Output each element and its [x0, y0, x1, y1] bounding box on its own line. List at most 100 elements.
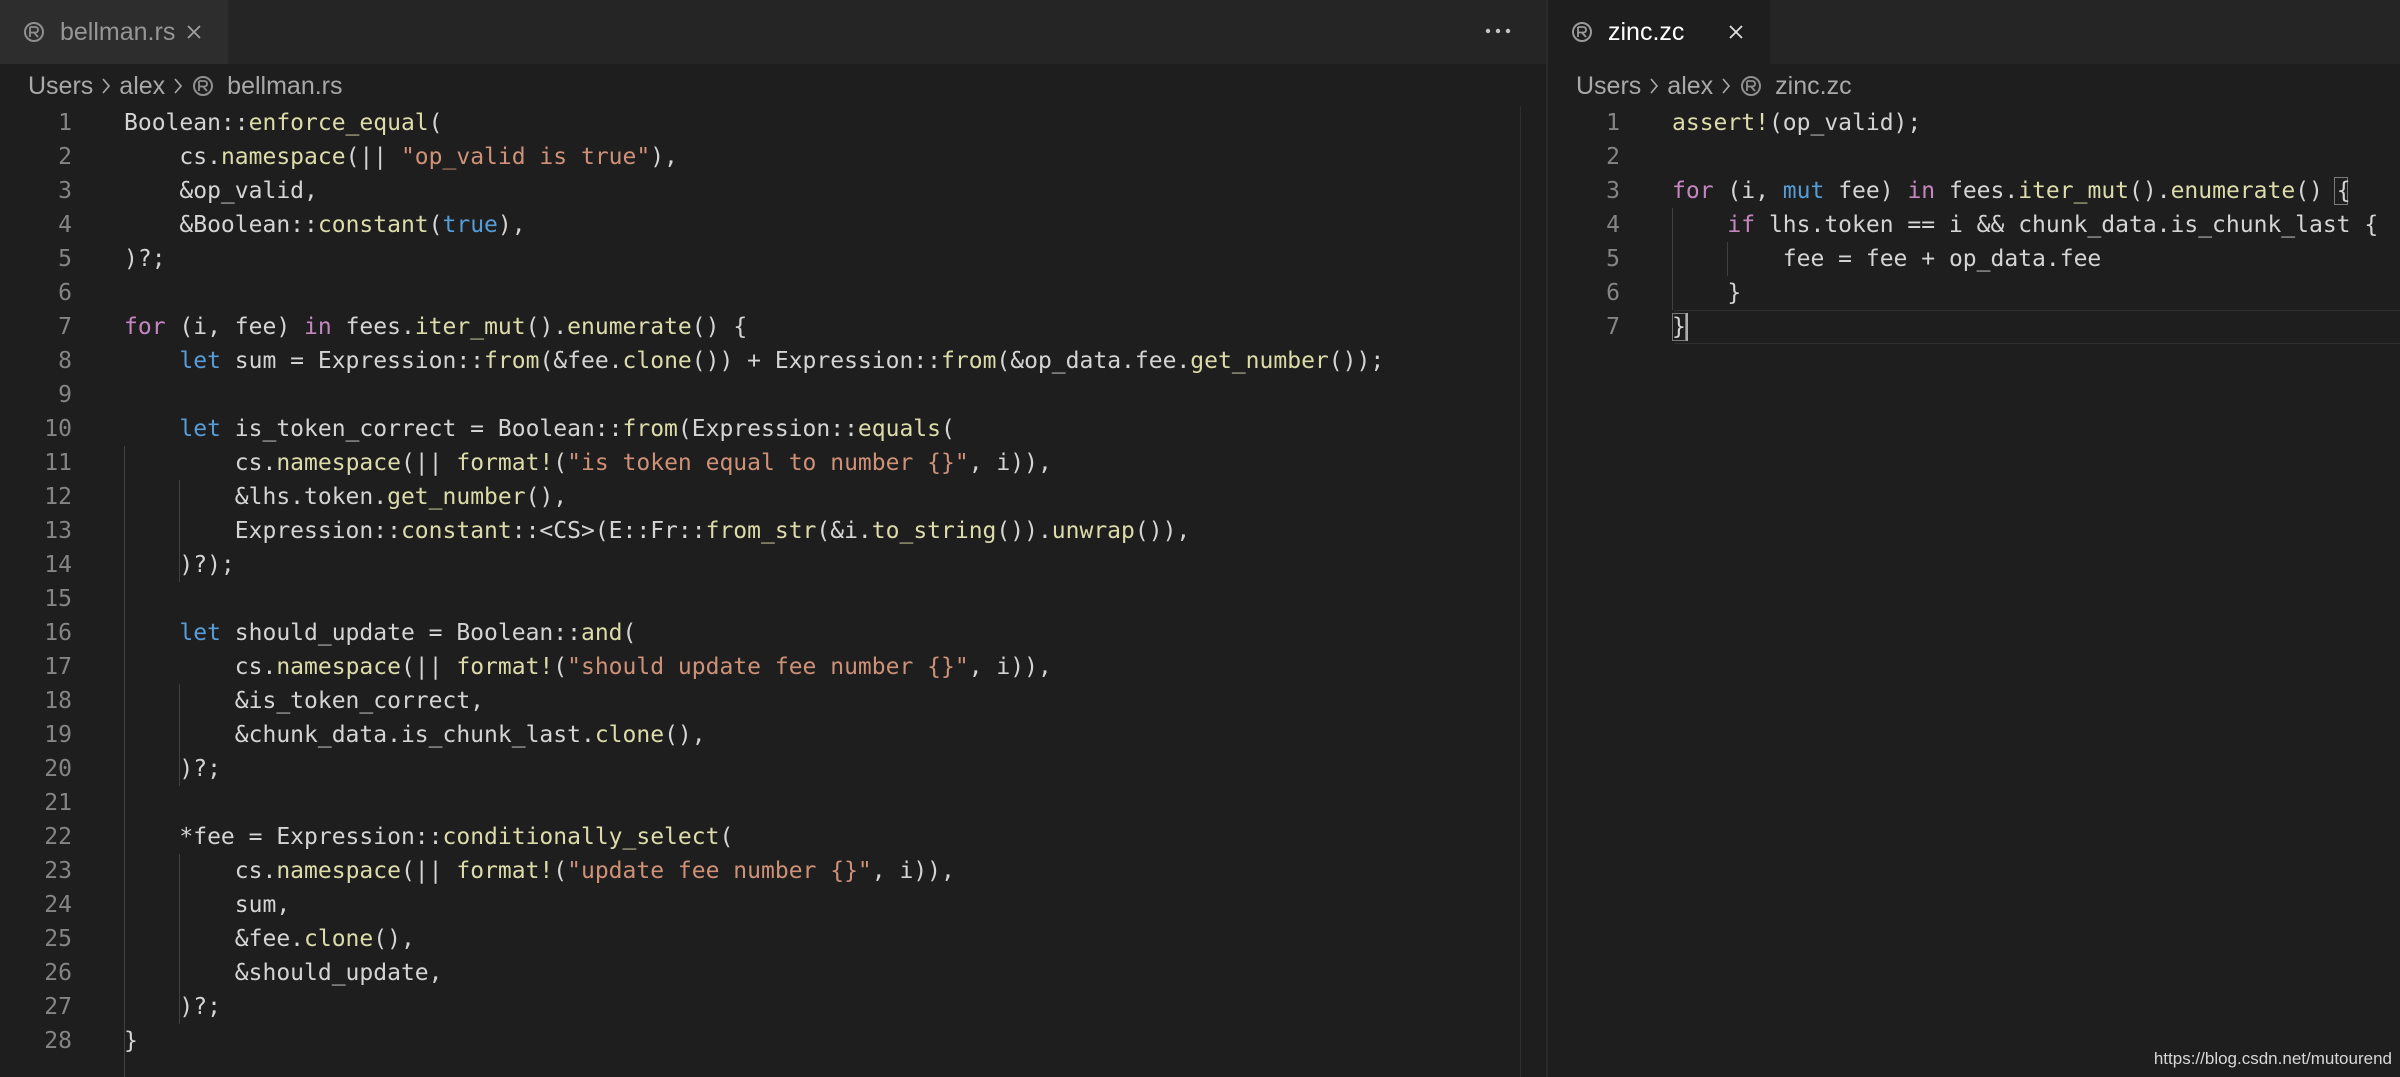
line-number: 28 [44, 1028, 72, 1054]
close-icon[interactable] [1724, 20, 1748, 44]
code-line[interactable]: 24 sum, [0, 888, 1546, 922]
code-token: (). [525, 314, 568, 340]
code-token: , i)), [968, 654, 1052, 680]
code-line[interactable]: 26 &should_update, [0, 956, 1546, 990]
code-line[interactable]: 7 for (i, fee) in fees.iter_mut().enumera… [0, 310, 1546, 344]
tab-bar-right: zinc.zc [1548, 0, 2400, 64]
tab-zinc-zc[interactable]: zinc.zc [1548, 0, 1770, 64]
code-line[interactable]: 11 cs.namespace(|| format!("is token equ… [0, 446, 1546, 480]
code-line[interactable]: 20 )?; [0, 752, 1546, 786]
code-token: ()), [1134, 518, 1191, 544]
code-token: enumerate [567, 314, 692, 340]
code-token: &fee. [124, 926, 305, 952]
code-text: )?; [124, 990, 221, 1024]
code-text: Expression::constant::<CS>(E::Fr::from_s… [124, 514, 1191, 548]
code-line[interactable]: 7} [1548, 310, 2400, 344]
code-line[interactable]: 27 )?; [0, 990, 1546, 1024]
breadcrumb-file[interactable]: bellman.rs [227, 72, 342, 101]
code-line[interactable]: 2 cs.namespace(|| "op_valid is true"), [0, 140, 1546, 174]
code-line[interactable]: 3 for (i, mut fee) in fees.iter_mut().enu… [1548, 174, 2400, 208]
code-token: "is token equal to number {}" [567, 450, 969, 476]
code-text: if lhs.token == i && chunk_data.is_chunk… [1672, 208, 2378, 242]
line-number: 9 [58, 382, 72, 408]
code-text: &fee.clone(), [124, 922, 415, 956]
line-number: 15 [44, 586, 72, 612]
tab-label: bellman.rs [60, 17, 176, 46]
code-line[interactable]: 19 &chunk_data.is_chunk_last.clone(), [0, 718, 1546, 752]
code-line[interactable]: 28} [0, 1024, 1546, 1058]
breadcrumb-alex[interactable]: alex [1667, 72, 1713, 101]
code-line[interactable]: 14 )?); [0, 548, 1546, 582]
chevron-right-icon [1722, 78, 1731, 94]
code-token: ( [428, 212, 443, 238]
code-line[interactable]: 15 [0, 582, 1546, 616]
line-number: 2 [58, 144, 72, 170]
code-line[interactable]: 2 [1548, 140, 2400, 174]
line-number: 21 [44, 790, 72, 816]
code-token: iter_mut [2018, 178, 2130, 204]
code-line[interactable]: 6 } [1548, 276, 2400, 310]
close-icon[interactable] [182, 20, 206, 44]
code-token: , i)), [871, 858, 955, 884]
code-token: format! [456, 858, 554, 884]
code-line[interactable]: 12 &lhs.token.get_number(), [0, 480, 1546, 514]
code-line[interactable]: 1 Boolean::enforce_equal( [0, 106, 1546, 140]
code-token: is_token_correct = Boolean:: [220, 416, 623, 442]
code-line[interactable]: 6 [0, 276, 1546, 310]
code-line[interactable]: 5 fee = fee + op_data.fee [1548, 242, 2400, 276]
code-token: in [304, 314, 332, 340]
code-line[interactable]: 9 [0, 378, 1546, 412]
code-line[interactable]: 16 let should_update = Boolean::and( [0, 616, 1546, 650]
code-line[interactable]: 4 &Boolean::constant(true), [0, 208, 1546, 242]
breadcrumb-users[interactable]: Users [28, 72, 93, 101]
code-text: let sum = Expression::from(&fee.clone())… [124, 344, 1384, 378]
code-line[interactable]: 8 let sum = Expression::from(&fee.clone(… [0, 344, 1546, 378]
breadcrumb-alex[interactable]: alex [119, 72, 165, 101]
code-text: } [124, 1024, 138, 1058]
code-token: &chunk_data.is_chunk_last. [124, 722, 595, 748]
line-number: 1 [58, 110, 72, 136]
ellipsis-icon[interactable] [1482, 14, 1514, 48]
code-line[interactable]: 5)?; [0, 242, 1546, 276]
code-editor-left[interactable]: 1 Boolean::enforce_equal(2 cs.namespace(|… [0, 106, 1546, 1077]
code-text: assert!(op_valid); [1672, 106, 1921, 140]
code-text: cs.namespace(|| format!("update fee numb… [124, 854, 955, 888]
code-token: ), [650, 144, 678, 170]
code-text: )?; [124, 242, 166, 276]
code-token: &lhs.token. [124, 484, 388, 510]
line-number: 6 [58, 280, 72, 306]
code-token: fees. [1935, 178, 2019, 204]
breadcrumb-file[interactable]: zinc.zc [1775, 72, 1851, 101]
code-token: Boolean:: [124, 110, 249, 136]
code-editor-right[interactable]: 1 assert!(op_valid); 2 3 for (i, mut fee) in… [1548, 106, 2400, 1077]
code-token: let [179, 348, 221, 374]
tab-bellman-rs[interactable]: bellman.rs [0, 0, 228, 64]
line-number: 5 [58, 246, 72, 272]
code-token: (Expression:: [677, 416, 858, 442]
code-line[interactable]: 22 *fee = Expression::conditionally_sele… [0, 820, 1546, 854]
code-line[interactable]: 25 &fee.clone(), [0, 922, 1546, 956]
code-token: *fee = Expression:: [124, 824, 443, 850]
line-number: 18 [44, 688, 72, 714]
code-token: (|| [400, 858, 457, 884]
code-text: for (i, mut fee) in fees.iter_mut().enum… [1672, 174, 2351, 208]
code-token: sum, [124, 892, 291, 918]
code-line[interactable]: 18 &is_token_correct, [0, 684, 1546, 718]
code-line[interactable]: 13 Expression::constant::<CS>(E::Fr::fro… [0, 514, 1546, 548]
code-token: (). [2129, 178, 2171, 204]
code-line[interactable]: 17 cs.namespace(|| format!("should updat… [0, 650, 1546, 684]
code-line[interactable]: 21 [0, 786, 1546, 820]
overview-ruler [1520, 106, 1521, 1077]
code-line[interactable]: 3 &op_valid, [0, 174, 1546, 208]
code-line[interactable]: 23 cs.namespace(|| format!("update fee n… [0, 854, 1546, 888]
code-token: cs. [124, 654, 277, 680]
breadcrumb-users[interactable]: Users [1576, 72, 1641, 101]
line-number: 2 [1606, 144, 1620, 170]
code-token: fee = fee + op_data.fee [1672, 246, 2102, 272]
code-line[interactable]: 10 let is_token_correct = Boolean::from(… [0, 412, 1546, 446]
code-line[interactable]: 1 assert!(op_valid); [1548, 106, 2400, 140]
code-token: iter_mut [414, 314, 526, 340]
code-token: namespace [276, 450, 401, 476]
chevron-right-icon [1650, 78, 1659, 94]
code-line[interactable]: 4 if lhs.token == i && chunk_data.is_chu… [1548, 208, 2400, 242]
